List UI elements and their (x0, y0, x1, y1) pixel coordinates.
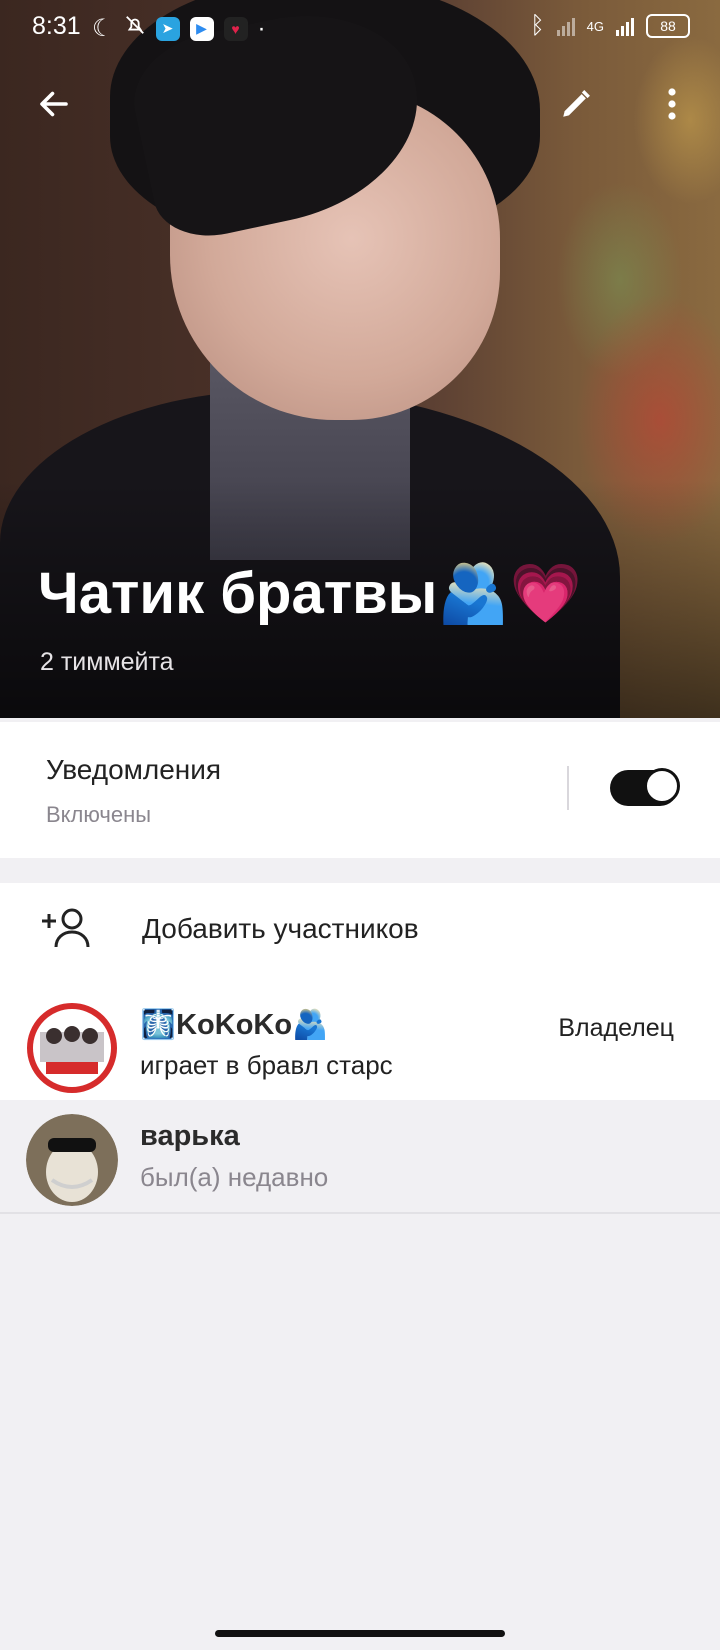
moon-icon: ☾ (92, 15, 114, 42)
more-vertical-icon (668, 88, 676, 120)
notifications-value: Включены (46, 802, 152, 827)
status-time: 8:31 (32, 12, 81, 40)
pencil-icon (563, 90, 590, 117)
members-count: 2 тиммейта (40, 648, 174, 676)
member-status: был(а) недавно (140, 1162, 329, 1192)
bluetooth-icon: ᛒ (530, 12, 545, 39)
network-type: 4G (586, 18, 604, 34)
add-members-button[interactable]: Добавить участников (0, 883, 720, 979)
notifications-toggle[interactable] (610, 768, 680, 806)
bell-off-icon (124, 14, 146, 43)
more-button[interactable] (640, 72, 704, 136)
member-row[interactable]: 🩻KoKoKo🫂 играет в бравл старс Владелец (0, 988, 720, 1100)
member-status: играет в бравл старс (140, 1050, 393, 1080)
notifications-label: Уведомления (46, 754, 222, 785)
avatar (26, 1114, 118, 1206)
member-name: 🩻KoKoKo🫂 (140, 1009, 329, 1041)
telegram-icon: ➤ (155, 16, 180, 41)
home-indicator[interactable] (215, 1630, 505, 1637)
add-members-label: Добавить участников (142, 913, 419, 944)
divider (567, 766, 569, 810)
signal-icon (556, 16, 575, 36)
group-title: Чатик братвы🫂💗 (38, 561, 582, 626)
add-person-icon (40, 903, 92, 960)
heart-app-icon: ♥ (223, 16, 248, 41)
status-bar: 8:31 ☾ ➤ ▶ ♥ · ᛒ 4G 88 (0, 0, 720, 52)
arrow-left-icon (40, 91, 68, 117)
avatar (26, 1002, 118, 1094)
battery-indicator: 88 (646, 14, 690, 38)
member-row[interactable]: варька был(а) недавно (0, 1100, 720, 1214)
dot-icon: · (257, 14, 266, 42)
play-icon: ▶ (189, 16, 214, 41)
back-button[interactable] (22, 72, 86, 136)
signal-4g-icon (616, 16, 634, 36)
member-role-badge: Владелец (558, 1014, 674, 1042)
edit-button[interactable] (544, 72, 608, 136)
member-name: варька (140, 1120, 240, 1152)
toggle-knob (644, 768, 680, 804)
